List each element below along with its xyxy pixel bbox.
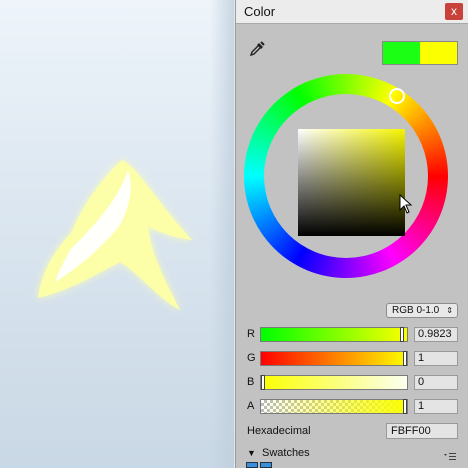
- blue-slider-handle[interactable]: [261, 375, 265, 390]
- hex-label: Hexadecimal: [247, 425, 311, 437]
- alpha-slider[interactable]: [260, 399, 408, 414]
- channel-label-g: G: [247, 352, 256, 364]
- color-picker-window: Color x RGB 0-1.0 ⇕ R 0.9823 G 1 B 0 A 1…: [235, 0, 468, 468]
- red-slider[interactable]: [260, 327, 408, 342]
- channel-label-b: B: [247, 376, 255, 388]
- foldout-arrow-icon: ▼: [247, 448, 256, 458]
- close-button[interactable]: x: [445, 3, 463, 20]
- color-preview[interactable]: [382, 41, 458, 65]
- red-slider-handle[interactable]: [400, 327, 405, 342]
- chevron-updown-icon: ⇕: [446, 306, 453, 315]
- channel-row-b: B 0: [236, 374, 468, 392]
- hue-wheel[interactable]: [244, 74, 448, 278]
- hex-input[interactable]: FBFF00: [386, 423, 458, 439]
- close-icon: x: [451, 4, 457, 18]
- swatch-list: [246, 462, 286, 468]
- blue-slider[interactable]: [260, 375, 408, 390]
- title-bar[interactable]: Color x: [236, 0, 468, 24]
- window-title: Color: [244, 4, 276, 19]
- current-color-swatch: [420, 42, 457, 64]
- swatch-item[interactable]: [260, 462, 272, 468]
- channel-row-a: A 1: [236, 398, 468, 416]
- hue-handle[interactable]: [389, 88, 405, 104]
- saturation-value-square[interactable]: [298, 129, 405, 236]
- channel-row-g: G 1: [236, 350, 468, 368]
- swatches-foldout[interactable]: ▼ Swatches: [247, 447, 310, 463]
- green-value-field[interactable]: 1: [414, 351, 458, 366]
- scene-creature: [38, 160, 192, 310]
- channel-label-a: A: [247, 400, 255, 412]
- channel-row-r: R 0.9823: [236, 326, 468, 344]
- eyedropper-icon[interactable]: [248, 40, 266, 58]
- alpha-value-field[interactable]: 1: [414, 399, 458, 414]
- arrow-cursor-icon: [399, 193, 413, 214]
- color-mode-dropdown[interactable]: RGB 0-1.0 ⇕: [386, 303, 458, 318]
- menu-icon[interactable]: [443, 449, 457, 460]
- swatch-item[interactable]: [246, 462, 258, 468]
- channel-label-r: R: [247, 328, 255, 340]
- color-mode-value: RGB 0-1.0: [392, 305, 440, 316]
- green-slider-handle[interactable]: [403, 351, 407, 366]
- previous-color-swatch[interactable]: [383, 42, 420, 64]
- red-value-field[interactable]: 0.9823: [414, 327, 458, 342]
- green-slider[interactable]: [260, 351, 408, 366]
- blue-value-field[interactable]: 0: [414, 375, 458, 390]
- scene-viewport[interactable]: [0, 0, 234, 468]
- alpha-slider-handle[interactable]: [403, 399, 407, 414]
- swatches-label: Swatches: [261, 447, 310, 459]
